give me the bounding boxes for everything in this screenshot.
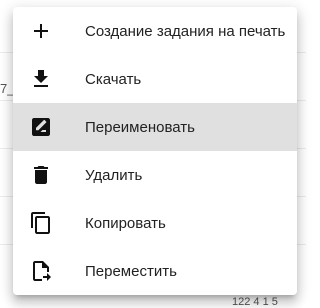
download-icon — [29, 67, 53, 91]
menu-item-delete[interactable]: Удалить — [13, 151, 297, 199]
menu-item-rename[interactable]: Переименовать — [13, 103, 297, 151]
menu-item-label: Создание задания на печать — [85, 22, 286, 40]
rename-icon — [29, 115, 53, 139]
menu-item-label: Переместить — [85, 262, 177, 280]
plus-icon — [29, 19, 53, 43]
menu-item-copy[interactable]: Копировать — [13, 199, 297, 247]
menu-item-download[interactable]: Скачать — [13, 55, 297, 103]
copy-icon — [29, 211, 53, 235]
trash-icon — [29, 163, 53, 187]
menu-item-create-print-job[interactable]: Создание задания на печать — [13, 7, 297, 55]
context-menu: Создание задания на печать Скачать Переи… — [13, 7, 297, 295]
background-row-text: 122 4 1 5 — [232, 296, 278, 308]
menu-item-label: Копировать — [85, 214, 166, 232]
menu-item-label: Переименовать — [85, 118, 195, 136]
menu-item-label: Скачать — [85, 70, 142, 88]
move-file-icon — [29, 259, 53, 283]
menu-item-move[interactable]: Переместить — [13, 247, 297, 295]
menu-item-label: Удалить — [85, 166, 143, 184]
